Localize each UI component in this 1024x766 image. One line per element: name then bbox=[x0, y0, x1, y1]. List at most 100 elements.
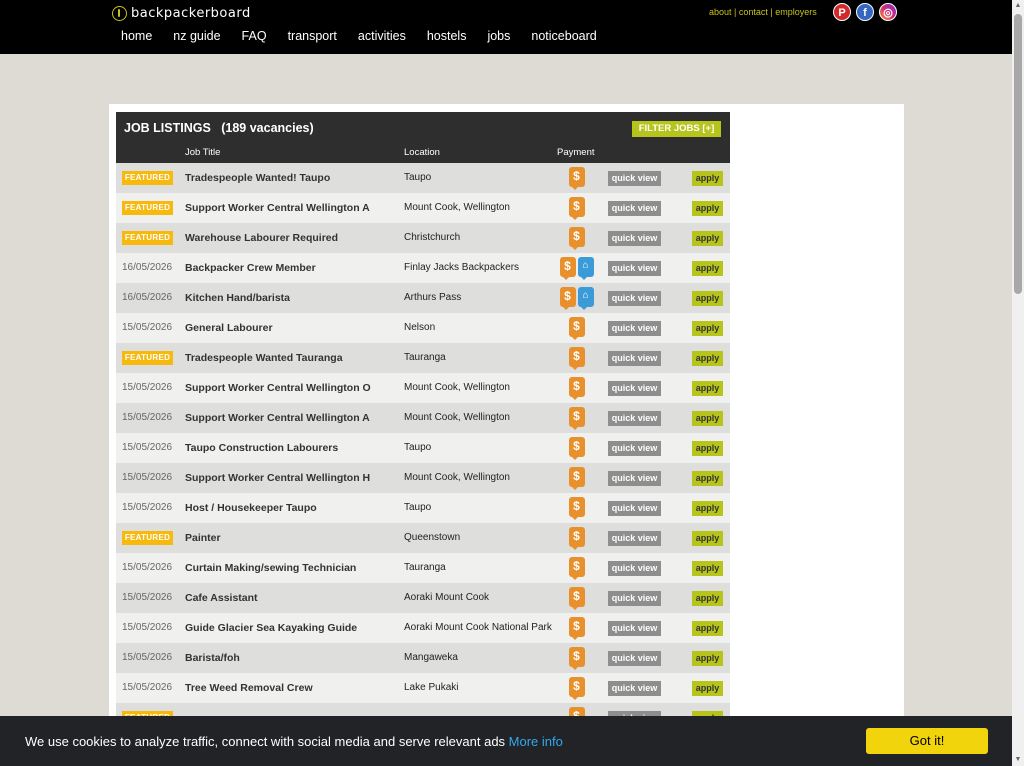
employers-link[interactable]: employers bbox=[775, 7, 817, 17]
job-title-link[interactable]: Cafe Assistant bbox=[185, 592, 258, 604]
job-title-link[interactable]: Backpacker Crew Member bbox=[185, 262, 316, 274]
apply-button[interactable]: apply bbox=[692, 231, 723, 246]
job-title-link[interactable]: Warehouse Labourer Required bbox=[185, 232, 338, 244]
apply-button[interactable]: apply bbox=[692, 261, 723, 276]
apply-button[interactable]: apply bbox=[692, 201, 723, 216]
job-row[interactable]: FEATURED Support Worker Central Wellingto… bbox=[116, 193, 730, 223]
instagram-icon[interactable]: ◎ bbox=[879, 3, 897, 21]
apply-button[interactable]: apply bbox=[692, 171, 723, 186]
page-scrollbar[interactable]: ▲ ▼ bbox=[1012, 0, 1024, 766]
quick-view-button[interactable]: quick view bbox=[608, 171, 661, 186]
quick-view-button[interactable]: quick view bbox=[608, 231, 661, 246]
contact-link[interactable]: contact bbox=[739, 7, 768, 17]
job-row[interactable]: 15/05/2026 Support Worker Central Welling… bbox=[116, 373, 730, 403]
quick-view-button[interactable]: quick view bbox=[608, 381, 661, 396]
quick-view-button[interactable]: quick view bbox=[608, 411, 661, 426]
quick-view-button[interactable]: quick view bbox=[608, 561, 661, 576]
scrollbar-thumb[interactable] bbox=[1014, 14, 1022, 294]
apply-button[interactable]: apply bbox=[692, 501, 723, 516]
job-row[interactable]: 16/05/2026 Kitchen Hand/barista Arthurs Pa… bbox=[116, 283, 730, 313]
job-title-link[interactable]: Barista/foh bbox=[185, 652, 240, 664]
apply-button[interactable]: apply bbox=[692, 651, 723, 666]
apply-button[interactable]: apply bbox=[692, 681, 723, 696]
about-link[interactable]: about bbox=[709, 7, 732, 17]
nav-noticeboard[interactable]: noticeboard bbox=[531, 29, 596, 43]
job-row[interactable]: 15/05/2026 Guide Glacier Sea Kayaking Gui… bbox=[116, 613, 730, 643]
apply-button[interactable]: apply bbox=[692, 621, 723, 636]
job-title-link[interactable]: Taupo Construction Labourers bbox=[185, 442, 338, 454]
scroll-down-icon[interactable]: ▼ bbox=[1014, 756, 1022, 764]
apply-button[interactable]: apply bbox=[692, 471, 723, 486]
job-date: 15/05/2026 bbox=[122, 562, 173, 573]
scroll-up-icon[interactable]: ▲ bbox=[1014, 2, 1022, 10]
site-logo[interactable]: backpackerboard bbox=[112, 6, 251, 21]
job-row[interactable]: FEATURED Tradespeople Wanted Tauranga Taur… bbox=[116, 343, 730, 373]
quick-view-button[interactable]: quick view bbox=[608, 201, 661, 216]
quick-view-button[interactable]: quick view bbox=[608, 321, 661, 336]
job-title-link[interactable]: Support Worker Central Wellington A bbox=[185, 202, 370, 214]
apply-button[interactable]: apply bbox=[692, 591, 723, 606]
nav-activities[interactable]: activities bbox=[358, 29, 406, 43]
quick-view-button[interactable]: quick view bbox=[608, 591, 661, 606]
quick-view-button[interactable]: quick view bbox=[608, 531, 661, 546]
job-row[interactable]: 15/05/2026 General Labourer Nelson $ quick v… bbox=[116, 313, 730, 343]
quick-view-button[interactable]: quick view bbox=[608, 441, 661, 456]
job-row[interactable]: FEATURED Warehouse Labourer Required Chris… bbox=[116, 223, 730, 253]
cookie-banner: We use cookies to analyze traffic, conne… bbox=[0, 716, 1012, 766]
job-title-link[interactable]: Kitchen Hand/barista bbox=[185, 292, 290, 304]
quick-view-button[interactable]: quick view bbox=[608, 261, 661, 276]
quick-view-button[interactable]: quick view bbox=[608, 351, 661, 366]
quick-view-button[interactable]: quick view bbox=[608, 471, 661, 486]
job-row[interactable]: 15/05/2026 Cafe Assistant Aoraki Mount Coo… bbox=[116, 583, 730, 613]
facebook-icon[interactable]: f bbox=[856, 3, 874, 21]
apply-button[interactable]: apply bbox=[692, 561, 723, 576]
nav-transport[interactable]: transport bbox=[288, 29, 337, 43]
job-title-link[interactable]: Tree Weed Removal Crew bbox=[185, 682, 313, 694]
job-title-link[interactable]: Tradespeople Wanted Tauranga bbox=[185, 352, 343, 364]
quick-view-button[interactable]: quick view bbox=[608, 621, 661, 636]
job-row[interactable]: 15/05/2026 Host / Housekeeper Taupo Taupo $… bbox=[116, 493, 730, 523]
apply-button[interactable]: apply bbox=[692, 381, 723, 396]
nav-hostels[interactable]: hostels bbox=[427, 29, 467, 43]
apply-button[interactable]: apply bbox=[692, 351, 723, 366]
quick-view-button[interactable]: quick view bbox=[608, 651, 661, 666]
job-row[interactable]: FEATURED Painter Queenstown $ quick view appl… bbox=[116, 523, 730, 553]
job-title-link[interactable]: Support Worker Central Wellington O bbox=[185, 382, 371, 394]
job-title-link[interactable]: Support Worker Central Wellington H bbox=[185, 472, 370, 484]
job-row[interactable]: 15/05/2026 Support Worker Central Welling… bbox=[116, 403, 730, 433]
job-row[interactable]: 15/05/2026 Support Worker Central Welling… bbox=[116, 463, 730, 493]
apply-button[interactable]: apply bbox=[692, 411, 723, 426]
filter-jobs-button[interactable]: FILTER JOBS [+] bbox=[632, 121, 721, 137]
quick-view-button[interactable]: quick view bbox=[608, 501, 661, 516]
col-header-location: Location bbox=[404, 147, 440, 158]
job-title-link[interactable]: General Labourer bbox=[185, 322, 273, 334]
quick-view-button[interactable]: quick view bbox=[608, 291, 661, 306]
job-row[interactable]: 15/05/2026 Taupo Construction Labourers Ta… bbox=[116, 433, 730, 463]
job-title-link[interactable]: Tradespeople Wanted! Taupo bbox=[185, 172, 330, 184]
job-title-link[interactable]: Guide Glacier Sea Kayaking Guide bbox=[185, 622, 357, 634]
apply-button[interactable]: apply bbox=[692, 531, 723, 546]
nav-home[interactable]: home bbox=[121, 29, 152, 43]
nav-jobs[interactable]: jobs bbox=[487, 29, 510, 43]
apply-button[interactable]: apply bbox=[692, 321, 723, 336]
payment-icons: $ bbox=[559, 497, 594, 520]
quick-view-button[interactable]: quick view bbox=[608, 681, 661, 696]
job-title-link[interactable]: Painter bbox=[185, 532, 221, 544]
nav-nz-guide[interactable]: nz guide bbox=[173, 29, 220, 43]
job-row[interactable]: 15/05/2026 Barista/foh Mangaweka $ quick vie… bbox=[116, 643, 730, 673]
cookie-accept-button[interactable]: Got it! bbox=[866, 728, 988, 754]
accommodation-icon: ⌂ bbox=[577, 257, 594, 280]
job-location: Aoraki Mount Cook bbox=[404, 592, 490, 603]
job-row[interactable]: 15/05/2026 Tree Weed Removal Crew Lake Puk… bbox=[116, 673, 730, 703]
job-title-link[interactable]: Curtain Making/sewing Technician bbox=[185, 562, 356, 574]
apply-button[interactable]: apply bbox=[692, 441, 723, 456]
job-row[interactable]: FEATURED Tradespeople Wanted! Taupo Taupo $… bbox=[116, 163, 730, 193]
job-row[interactable]: 15/05/2026 Curtain Making/sewing Technici… bbox=[116, 553, 730, 583]
job-title-link[interactable]: Support Worker Central Wellington A bbox=[185, 412, 370, 424]
job-row[interactable]: 16/05/2026 Backpacker Crew Member Finlay J… bbox=[116, 253, 730, 283]
nav-faq[interactable]: FAQ bbox=[242, 29, 267, 43]
apply-button[interactable]: apply bbox=[692, 291, 723, 306]
pinterest-icon[interactable]: P bbox=[833, 3, 851, 21]
more-info-link[interactable]: More info bbox=[509, 734, 563, 749]
job-title-link[interactable]: Host / Housekeeper Taupo bbox=[185, 502, 317, 514]
